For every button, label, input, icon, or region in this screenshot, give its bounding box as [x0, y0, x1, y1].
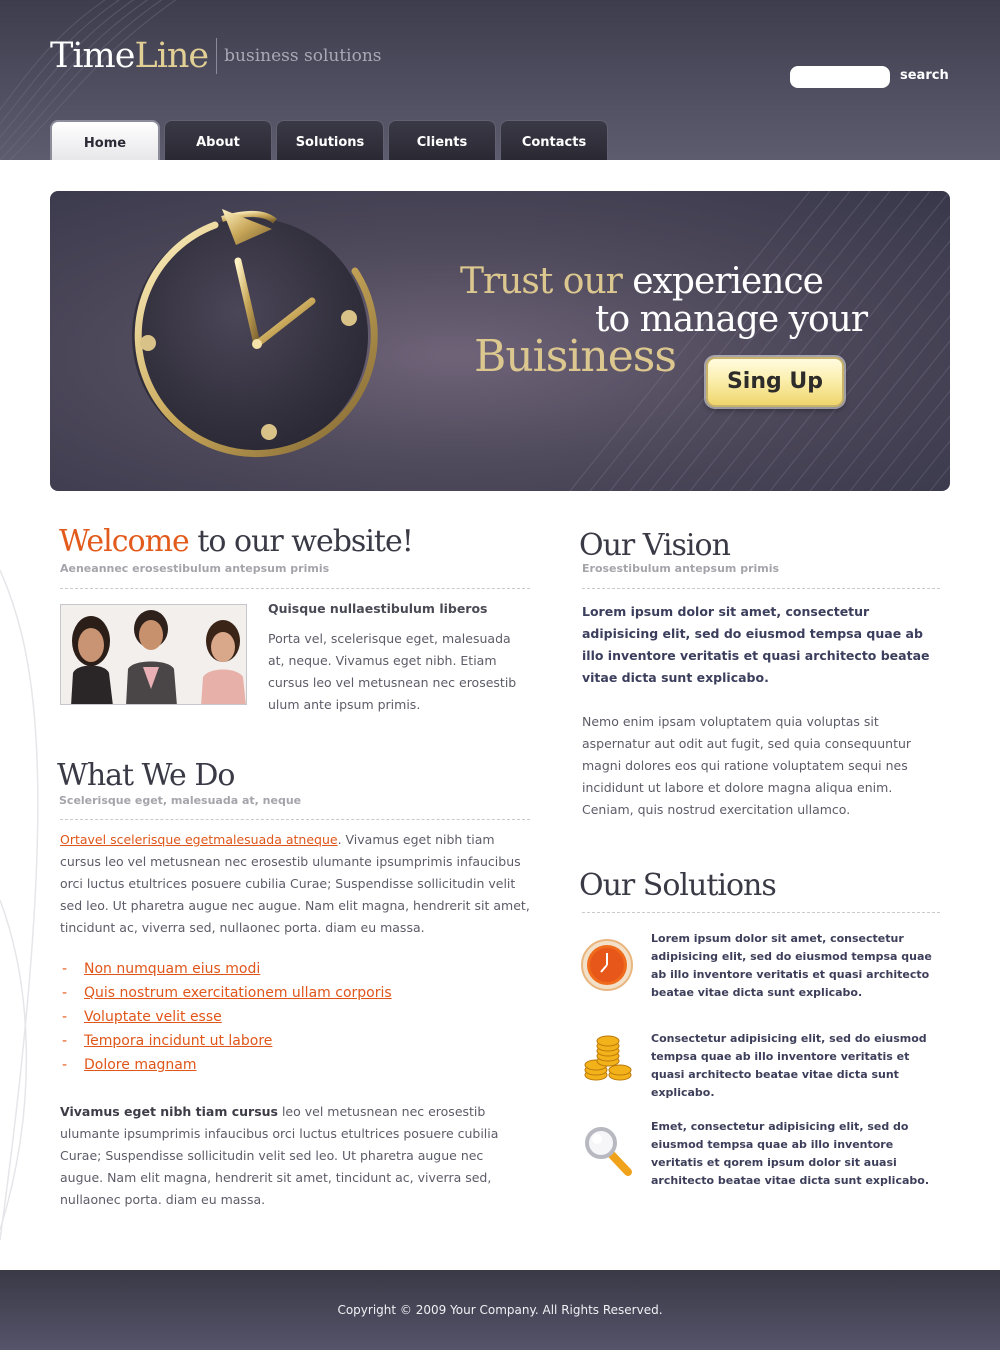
what-we-do-closing-bold: Vivamus eget nibh tiam cursus	[60, 1104, 278, 1119]
coins-icon	[584, 1035, 632, 1081]
what-we-do-link-list: - Non numquam eius modi - Quis nostrum exe…	[62, 957, 392, 1077]
banner-headline-accent: Trust our	[460, 261, 623, 302]
divider	[60, 588, 530, 589]
list-item: - Dolore magnam	[62, 1053, 392, 1077]
welcome-title-accent: Welcome	[59, 524, 190, 559]
list-item: - Tempora incidunt ut labore	[62, 1029, 392, 1053]
what-we-do-closing-text: leo vel metusnean nec erosestib ulumante…	[60, 1104, 499, 1207]
signup-button[interactable]: Sing Up	[706, 357, 844, 407]
logo-tagline: business solutions	[224, 46, 382, 66]
bullet-dash: -	[62, 1057, 68, 1073]
nav-tab-contacts[interactable]: Contacts	[500, 120, 608, 160]
banner-headline-line3: Buisiness	[474, 331, 677, 382]
search-button[interactable]: search	[900, 68, 949, 83]
list-link[interactable]: Dolore magnam	[84, 1053, 197, 1077]
nav-tab-home[interactable]: Home	[50, 120, 160, 160]
what-we-do-intro: Ortavel scelerisque egetmalesuada atnequ…	[60, 829, 530, 939]
hero-banner: Trust our experience to manage your Buis…	[50, 191, 950, 491]
logo-text-line: Line	[134, 36, 209, 76]
welcome-item-title: Quisque nullaestibulum liberos	[268, 601, 488, 616]
welcome-subtitle: Aeneannec erosestibulum antepsum primis	[60, 562, 330, 575]
banner-headline-rest: experience	[621, 261, 824, 302]
solution-item-2: Consectetur adipisicing elit, sed do eiu…	[651, 1032, 927, 1099]
bullet-dash: -	[62, 1009, 68, 1025]
copyright-text: Copyright © 2009 Your Company. All Right…	[337, 1303, 663, 1317]
team-photo-illustration	[61, 605, 246, 704]
divider	[60, 819, 530, 820]
what-we-do-closing: Vivamus eget nibh tiam cursus leo vel me…	[60, 1101, 505, 1211]
logo-text-time: Time	[50, 36, 135, 76]
list-link[interactable]: Tempora incidunt ut labore	[84, 1029, 272, 1053]
list-item: - Non numquam eius modi	[62, 957, 392, 981]
background-swoosh	[0, 569, 39, 1241]
vision-subtitle: Erosestibulum antepsum primis	[582, 562, 780, 575]
vision-body-text: Nemo enim ipsam voluptatem quia voluptas…	[582, 714, 912, 817]
welcome-item-text: Porta vel, scelerisque eget, malesuada a…	[268, 631, 517, 712]
what-we-do-intro-text: . Vivamus eget nibh tiam cursus leo vel …	[60, 832, 530, 935]
welcome-title-rest: to our website!	[188, 524, 413, 559]
what-we-do-subtitle: Scelerisque eget, malesuada at, neque	[59, 794, 302, 807]
solutions-title: Our Solutions	[579, 868, 777, 903]
list-link[interactable]: Quis nostrum exercitationem ullam corpor…	[84, 981, 392, 1005]
search-input[interactable]	[790, 66, 890, 88]
solution-item-3: Emet, consectetur adipisicing elit, sed …	[651, 1120, 929, 1187]
welcome-title: Welcome to our website!	[59, 524, 414, 559]
list-link[interactable]: Voluptate velit esse	[84, 1005, 222, 1029]
main-nav: Home About Solutions Clients Contacts	[50, 120, 608, 160]
bullet-dash: -	[62, 961, 68, 977]
what-we-do-title: What We Do	[57, 758, 235, 793]
logo[interactable]: Time Line business solutions	[50, 36, 382, 76]
list-item: - Quis nostrum exercitationem ullam corpo…	[62, 981, 392, 1005]
clock-illustration	[132, 209, 378, 458]
list-link[interactable]: Non numquam eius modi	[84, 957, 260, 981]
divider	[582, 588, 940, 589]
header: Time Line business solutions search Home…	[0, 0, 1000, 160]
logo-divider	[216, 38, 218, 74]
solution-item-1: Lorem ipsum dolor sit amet, consectetur …	[651, 932, 932, 999]
list-item: - Voluptate velit esse	[62, 1005, 392, 1029]
team-photo	[60, 604, 247, 705]
banner-headline-line1: Trust our experience	[460, 261, 824, 302]
nav-tab-about[interactable]: About	[164, 120, 272, 160]
vision-title: Our Vision	[579, 528, 731, 563]
bullet-dash: -	[62, 985, 68, 1001]
vision-lead-text: Lorem ipsum dolor sit amet, consectetur …	[582, 604, 930, 685]
bullet-dash: -	[62, 1033, 68, 1049]
nav-tab-clients[interactable]: Clients	[388, 120, 496, 160]
magnifier-icon	[585, 1127, 632, 1176]
what-we-do-intro-link[interactable]: Ortavel scelerisque egetmalesuada atnequ…	[60, 832, 338, 847]
nav-tab-solutions[interactable]: Solutions	[276, 120, 384, 160]
divider	[582, 912, 940, 913]
clock-icon	[581, 939, 633, 991]
